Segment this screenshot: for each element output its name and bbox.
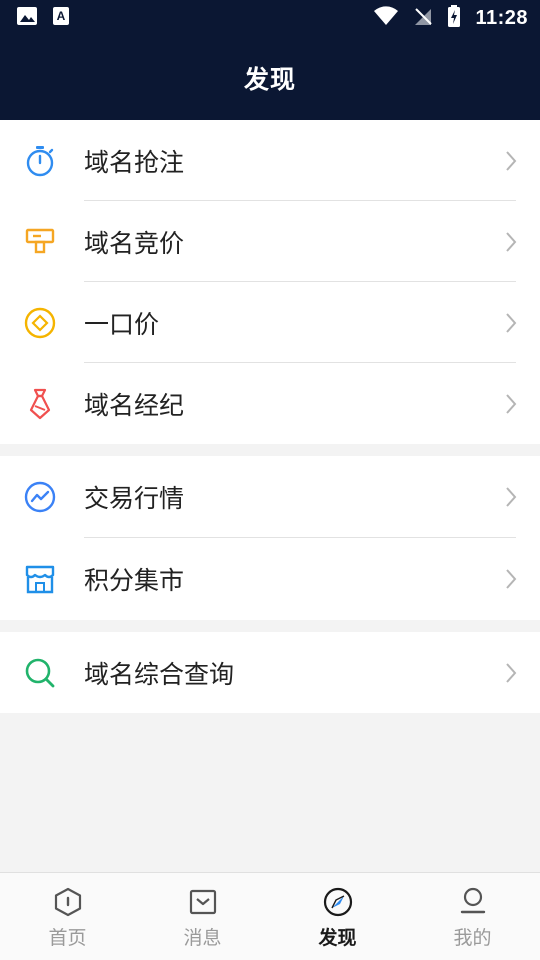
tab-label: 消息 — [183, 927, 222, 949]
storefront-icon — [24, 563, 56, 595]
menu-group-market: 交易行情 积分集市 — [0, 456, 540, 620]
message-box-icon — [188, 887, 218, 917]
gallery-notification-icon — [16, 6, 38, 30]
auction-sign-icon — [24, 226, 56, 258]
svg-text:A: A — [57, 9, 66, 23]
tab-home[interactable]: 首页 — [0, 873, 135, 960]
trend-chart-icon — [24, 481, 56, 513]
chevron-right-icon — [506, 231, 517, 252]
menu-item-market-trends[interactable]: 交易行情 — [0, 456, 540, 538]
menu-item-domain-snapup[interactable]: 域名抢注 — [0, 120, 540, 201]
chevron-right-icon — [506, 662, 517, 683]
tab-me[interactable]: 我的 — [405, 873, 540, 960]
tab-label: 我的 — [453, 927, 492, 949]
bottom-tab-bar: 首页 消息 发现 我的 — [0, 872, 540, 960]
status-bar: A 11:28 — [0, 0, 540, 36]
chevron-right-icon — [506, 150, 517, 171]
wifi-icon — [373, 6, 399, 30]
stopwatch-icon — [24, 145, 56, 177]
tab-discover[interactable]: 发现 — [270, 873, 405, 960]
menu-item-label: 域名经纪 — [84, 390, 185, 420]
no-signal-icon — [413, 6, 433, 30]
tab-label: 首页 — [48, 927, 87, 949]
menu-item-label: 一口价 — [84, 309, 160, 339]
app-notification-icon: A — [52, 6, 70, 30]
menu-item-label: 域名竞价 — [84, 228, 185, 258]
chevron-right-icon — [506, 312, 517, 333]
chevron-right-icon — [506, 487, 517, 507]
chevron-right-icon — [506, 393, 517, 414]
top-nav-bar: 发现 — [0, 36, 540, 120]
menu-item-domain-broker[interactable]: 域名经纪 — [0, 363, 540, 444]
menu-group-query: 域名综合查询 — [0, 632, 540, 713]
compass-icon — [323, 887, 353, 917]
menu-group-domain: 域名抢注 域名竞价 一口价 域名经纪 — [0, 120, 540, 444]
menu-item-label: 域名综合查询 — [84, 659, 235, 689]
menu-item-label: 积分集市 — [84, 566, 185, 595]
tab-label: 发现 — [318, 927, 357, 949]
menu-item-points-market[interactable]: 积分集市 — [0, 538, 540, 620]
menu-item-domain-query[interactable]: 域名综合查询 — [0, 632, 540, 713]
menu-item-label: 交易行情 — [84, 484, 185, 513]
necktie-icon — [24, 388, 56, 420]
user-icon — [458, 887, 488, 917]
chevron-right-icon — [506, 569, 517, 589]
battery-charging-icon — [447, 5, 461, 31]
menu-item-domain-auction[interactable]: 域名竞价 — [0, 201, 540, 282]
menu-item-label: 域名抢注 — [84, 147, 185, 177]
home-hexagon-icon — [53, 887, 83, 917]
search-icon — [24, 657, 56, 689]
diamond-coin-icon — [24, 307, 56, 339]
menu-item-fixed-price[interactable]: 一口价 — [0, 282, 540, 363]
status-time: 11:28 — [475, 6, 528, 29]
tab-messages[interactable]: 消息 — [135, 873, 270, 960]
page-title: 发现 — [243, 65, 296, 94]
